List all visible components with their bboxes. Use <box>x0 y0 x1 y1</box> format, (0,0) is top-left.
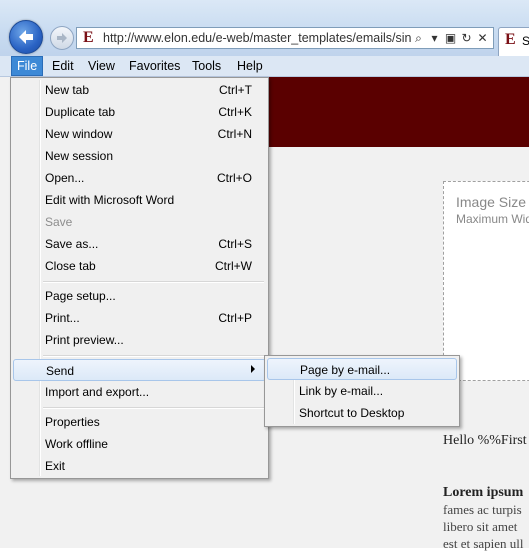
menu-item-duplicate-tab[interactable]: Duplicate tab Ctrl+K <box>13 101 266 123</box>
menu-bar: File Edit View Favorites Tools Help <box>0 56 529 77</box>
menu-item-exit[interactable]: Exit <box>13 455 266 477</box>
stop-icon[interactable]: ✕ <box>476 31 489 45</box>
browser-toolbar: E http://www.elon.edu/e-web/master_templ… <box>0 0 529 57</box>
menu-item-new-tab[interactable]: New tab Ctrl+T <box>13 79 266 101</box>
dropdown-icon[interactable]: ▾ <box>428 31 441 45</box>
back-arrow-icon <box>19 30 33 44</box>
menu-item-new-session[interactable]: New session <box>13 145 266 167</box>
back-button[interactable] <box>9 20 43 54</box>
menu-favorites[interactable]: Favorites <box>124 58 185 74</box>
menu-item-work-offline[interactable]: Work offline <box>13 433 266 455</box>
menu-item-page-setup[interactable]: Page setup... <box>13 285 266 307</box>
image-size-title: Image Size <box>456 194 527 210</box>
menu-view[interactable]: View <box>83 58 120 74</box>
menu-tools[interactable]: Tools <box>187 58 226 74</box>
menu-edit[interactable]: Edit <box>47 58 79 74</box>
image-size-subtitle: Maximum Wid <box>456 212 529 226</box>
file-menu: New tab Ctrl+T Duplicate tab Ctrl+K New wi… <box>10 77 269 479</box>
submenu-item-link-by-email[interactable]: Link by e-mail... <box>267 380 457 402</box>
body-paragraph: Lorem ipsum fames ac turpis libero sit a… <box>443 483 524 552</box>
menu-item-import-export[interactable]: Import and export... <box>13 381 266 403</box>
submenu-item-page-by-email[interactable]: Page by e-mail... <box>267 358 457 380</box>
compat-view-icon[interactable]: ▣ <box>444 31 457 45</box>
forward-arrow-icon <box>57 33 67 43</box>
send-submenu: Page by e-mail... Link by e-mail... Shor… <box>264 355 460 427</box>
menu-item-print[interactable]: Print... Ctrl+P <box>13 307 266 329</box>
menu-separator <box>43 281 264 283</box>
menu-help[interactable]: Help <box>232 58 268 74</box>
submenu-item-shortcut-to-desktop[interactable]: Shortcut to Desktop <box>267 402 457 424</box>
menu-item-send[interactable]: Send <box>13 359 266 381</box>
site-favicon: E <box>83 29 94 46</box>
menu-item-save: Save <box>45 215 73 229</box>
address-bar[interactable]: E http://www.elon.edu/e-web/master_templ… <box>76 27 494 49</box>
menu-item-print-preview[interactable]: Print preview... <box>13 329 266 351</box>
search-icon[interactable]: ⌕ <box>412 31 425 46</box>
tab-title: S <box>522 34 529 48</box>
menu-item-new-window[interactable]: New window Ctrl+N <box>13 123 266 145</box>
forward-button[interactable] <box>50 26 74 50</box>
menu-item-properties[interactable]: Properties <box>13 411 266 433</box>
browser-tab[interactable]: E S <box>498 27 529 57</box>
menu-separator <box>43 407 264 409</box>
image-placeholder: Image Size Maximum Wid <box>443 181 529 381</box>
menu-file[interactable]: File <box>11 56 44 76</box>
menu-item-save-as[interactable]: Save as... Ctrl+S <box>13 233 266 255</box>
url-text[interactable]: http://www.elon.edu/e-web/master_templat… <box>103 31 413 45</box>
menu-item-open[interactable]: Open... Ctrl+O <box>13 167 266 189</box>
lorem-line: libero sit amet <box>443 519 518 534</box>
lorem-line: fames ac turpis <box>443 502 522 517</box>
lorem-line: est et sapien ull <box>443 536 524 551</box>
lorem-heading: Lorem ipsum <box>443 485 524 500</box>
tab-favicon: E <box>505 31 516 48</box>
menu-item-close-tab[interactable]: Close tab Ctrl+W <box>13 255 266 277</box>
refresh-icon[interactable]: ↻ <box>460 31 473 45</box>
menu-item-edit-with-word[interactable]: Edit with Microsoft Word <box>13 189 266 211</box>
menu-separator <box>43 355 264 357</box>
submenu-arrow-icon <box>251 365 255 373</box>
greeting-text: Hello %%First N <box>443 433 529 448</box>
